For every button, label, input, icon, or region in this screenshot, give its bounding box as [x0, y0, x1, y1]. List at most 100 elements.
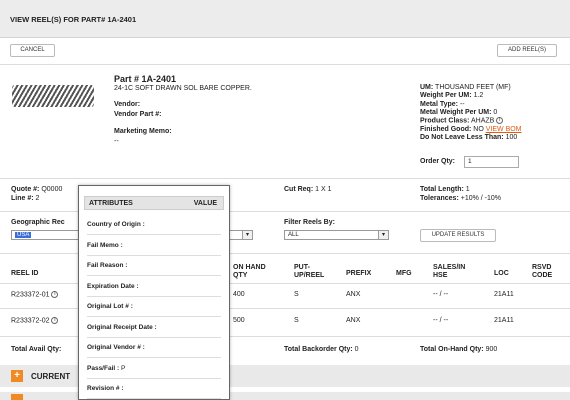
- quote-value: Q0000: [41, 186, 63, 193]
- col-mfg: MFG: [396, 270, 412, 277]
- attribute-colon: :: [128, 303, 133, 310]
- total-onhand-label: Total On-Hand Qty:: [420, 346, 484, 353]
- sales-in-hse: -- / --: [433, 291, 449, 298]
- order-qty-label: Order Qty:: [420, 158, 456, 165]
- quote-label: Quote #:: [11, 186, 40, 193]
- cancel-button[interactable]: CANCEL: [10, 44, 55, 57]
- col-value: VALUE: [193, 200, 217, 207]
- col-prefix: PREFIX: [346, 270, 372, 277]
- attribute-row: Fail Reason :: [87, 256, 221, 276]
- attribute-row: Original Receipt Date :: [87, 318, 221, 338]
- loc: 21A11: [494, 317, 514, 324]
- specs-panel: UM: THOUSAND FEET (MF) Weight Per UM: 1.…: [420, 84, 570, 142]
- divider: [0, 178, 570, 179]
- prefix: ANX: [346, 291, 361, 298]
- page-title: VIEW REEL(S) FOR PART# 1A-2401: [10, 15, 137, 24]
- put-up: S: [294, 291, 299, 298]
- attribute-colon: :: [134, 282, 139, 290]
- metal-type-label: Metal Type:: [420, 100, 458, 108]
- popup-header: ATTRIBUTES VALUE: [84, 196, 224, 210]
- col-rsvd: RSVD CODE: [532, 264, 553, 279]
- attribute-colon: :: [119, 385, 124, 392]
- geo-label: Geographic Rec: [11, 219, 65, 226]
- col-sales: SALES/IN HSE: [433, 264, 466, 279]
- reel-id: R233372-02: [11, 317, 50, 325]
- attribute-label: Original Vendor #: [87, 344, 141, 351]
- divider: [0, 64, 570, 65]
- attribute-label: Country of Origin: [87, 221, 141, 228]
- dnl-value: 100: [505, 134, 518, 142]
- cut-req-value: 1 X 1: [315, 186, 332, 193]
- finished-good-value: NO: [473, 125, 484, 133]
- tolerances-label: Tolerances:: [420, 194, 459, 202]
- view-bom-link[interactable]: VIEW BOM: [486, 126, 522, 133]
- filter-label: Filter Reels By:: [284, 219, 335, 226]
- loc: 21A11: [494, 291, 514, 298]
- filter-select[interactable]: ALL ▾: [284, 230, 389, 240]
- cut-req: Cut Req: 1 X 1: [284, 186, 331, 193]
- attribute-colon: :: [123, 262, 128, 269]
- attribute-row: Original Vendor # :: [87, 338, 221, 358]
- part-title: Part # 1A-2401: [114, 74, 177, 84]
- total-backorder-label: Total Backorder Qty:: [284, 346, 353, 353]
- attribute-label: Fail Memo: [87, 241, 119, 249]
- attribute-label: Expiration Date: [87, 282, 135, 290]
- info-icon[interactable]: i: [496, 117, 504, 125]
- col-attributes: ATTRIBUTES: [89, 200, 133, 207]
- cut-req-label: Cut Req:: [284, 186, 314, 193]
- metal-type-value: --: [459, 100, 465, 108]
- col-put-up: PUT- UP/REEL: [294, 264, 325, 279]
- attribute-label: Revision #: [87, 385, 120, 392]
- attribute-row: Fail Memo :: [87, 236, 221, 256]
- order-qty-input[interactable]: 1: [464, 156, 519, 168]
- chevron-down-icon: ▾: [378, 231, 388, 239]
- weight-value: 1.2: [473, 92, 484, 100]
- plus-icon[interactable]: +: [11, 370, 23, 382]
- attribute-label: Original Lot #: [87, 303, 129, 310]
- metal-weight-value: 0: [493, 108, 498, 116]
- product-class-value: AHAZB: [470, 117, 495, 125]
- current-section-label: CURRENT: [31, 372, 71, 381]
- plus-icon[interactable]: [11, 394, 23, 400]
- info-icon[interactable]: i: [51, 317, 59, 324]
- dnl-label: Do Not Leave Less Than:: [420, 134, 504, 142]
- on-hand-qty: 400: [233, 291, 245, 298]
- length-info: Total Length: 1 Tolerances: +10% / -10%: [420, 186, 501, 203]
- sales-in-hse: -- / --: [433, 317, 449, 324]
- total-length-value: 1: [465, 186, 470, 193]
- col-loc: LOC: [494, 270, 509, 277]
- quote-info: Quote #: Q0000 Line #: 2: [11, 186, 62, 203]
- attribute-value: P: [120, 364, 126, 372]
- update-results-button[interactable]: UPDATE RESULTS: [420, 229, 496, 242]
- weight-label: Weight Per UM:: [420, 92, 472, 100]
- col-on-hand: ON HAND QTY: [233, 264, 266, 279]
- metal-weight-label: Metal Weight Per UM:: [420, 108, 492, 116]
- attribute-colon: :: [118, 241, 123, 249]
- col-reel-id: REEL ID: [11, 270, 39, 277]
- total-avail-label: Total Avail Qty:: [11, 346, 62, 353]
- attribute-colon: :: [152, 323, 157, 331]
- line-value: 2: [35, 194, 40, 202]
- total-backorder-value: 0: [354, 346, 359, 353]
- total-onhand-value: 900: [485, 346, 498, 353]
- attribute-label: Fail Reason: [87, 262, 124, 269]
- attribute-row: Revision # :: [87, 379, 221, 399]
- reel-id: R233372-01: [11, 291, 50, 299]
- um-value: THOUSAND FEET (MF): [435, 84, 511, 91]
- chevron-down-icon: ▾: [242, 231, 252, 239]
- vendor-part-label: Vendor Part #:: [114, 111, 162, 118]
- page-header: VIEW REEL(S) FOR PART# 1A-2401: [0, 0, 570, 38]
- prefix: ANX: [346, 317, 361, 324]
- marketing-memo-label: Marketing Memo:: [114, 128, 172, 135]
- attribute-row: Expiration Date :: [87, 277, 221, 297]
- attribute-label: Pass/Fail: [87, 364, 116, 372]
- filter-selected-value: ALL: [288, 232, 299, 238]
- cable-image: [12, 85, 94, 107]
- add-reels-button[interactable]: ADD REEL(S): [497, 44, 557, 57]
- geo-selected-value: USA: [15, 232, 32, 238]
- attribute-row: Original Lot # :: [87, 297, 221, 317]
- info-icon[interactable]: i: [51, 291, 59, 298]
- on-hand-qty: 500: [233, 317, 245, 324]
- product-class-label: Product Class:: [420, 117, 470, 125]
- attributes-popup: ATTRIBUTES VALUE Country of Origin : Fai…: [78, 185, 230, 400]
